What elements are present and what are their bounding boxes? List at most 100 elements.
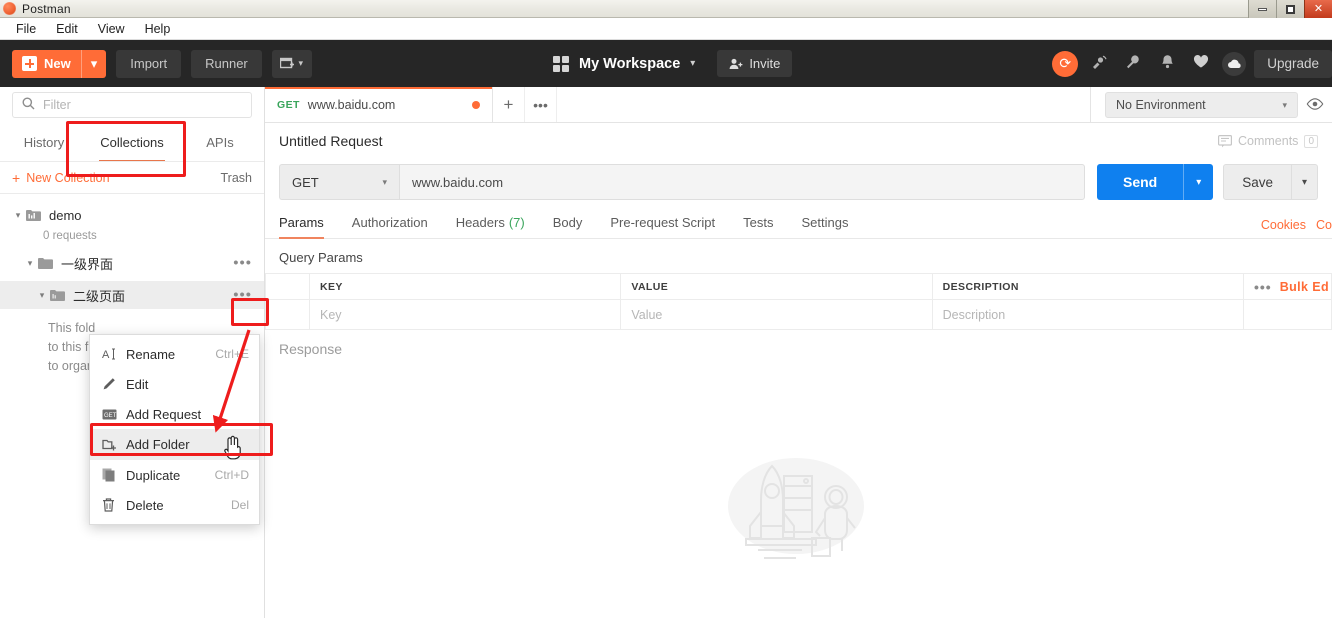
tree-item-level1[interactable]: ▾ 一级界面 ••• bbox=[0, 251, 264, 275]
context-menu-shortcut: Ctrl+D bbox=[214, 468, 249, 482]
save-options-button[interactable]: ▾ bbox=[1292, 164, 1318, 200]
row-description-cell[interactable]: Description bbox=[931, 299, 1245, 330]
context-menu-item-edit[interactable]: Edit bbox=[90, 369, 259, 399]
invite-user-icon bbox=[729, 58, 743, 69]
tab-options-button[interactable]: ••• bbox=[525, 87, 557, 122]
invite-button-label: Invite bbox=[749, 56, 781, 71]
tab-body[interactable]: Body bbox=[539, 205, 597, 239]
new-tab-button[interactable]: + bbox=[493, 87, 525, 122]
new-button[interactable]: New ▾ bbox=[12, 49, 107, 78]
comments-button[interactable]: Comments 0 bbox=[1218, 134, 1318, 148]
params-header-description: DESCRIPTION bbox=[931, 273, 1245, 300]
context-menu-label: Delete bbox=[126, 497, 164, 513]
chevron-down-icon[interactable]: ▾ bbox=[22, 258, 38, 269]
send-button[interactable]: Send bbox=[1096, 164, 1184, 200]
menu-item-view[interactable]: View bbox=[90, 20, 133, 38]
environment-quick-look-button[interactable] bbox=[1298, 97, 1332, 113]
trash-icon bbox=[102, 498, 126, 512]
wrench-icon[interactable] bbox=[1120, 54, 1146, 74]
code-link[interactable]: Co bbox=[1316, 218, 1332, 232]
comments-label: Comments bbox=[1238, 134, 1299, 148]
menu-item-edit[interactable]: Edit bbox=[48, 20, 86, 38]
row-key-cell[interactable]: Key bbox=[308, 299, 622, 330]
folder-options-button[interactable]: ••• bbox=[233, 288, 252, 303]
environment-selector[interactable]: No Environment ▾ bbox=[1105, 92, 1298, 118]
menu-item-help[interactable]: Help bbox=[137, 20, 179, 38]
params-table: KEY VALUE DESCRIPTION ••• Bulk Ed Key Va… bbox=[265, 273, 1332, 330]
context-menu-item-delete[interactable]: Delete Del bbox=[90, 490, 259, 520]
new-collection-button[interactable]: + New Collection bbox=[12, 170, 110, 186]
add-folder-icon bbox=[102, 438, 126, 452]
close-icon: ✕ bbox=[1313, 2, 1324, 15]
params-options-icon[interactable]: ••• bbox=[1254, 279, 1272, 295]
comment-icon bbox=[1218, 134, 1232, 147]
save-button[interactable]: Save bbox=[1223, 164, 1292, 200]
cloud-icon[interactable] bbox=[1222, 51, 1247, 76]
url-input[interactable]: www.baidu.com bbox=[399, 164, 1085, 200]
bulk-edit-link[interactable]: Bulk Ed bbox=[1280, 280, 1329, 294]
new-collection-row: + New Collection Trash bbox=[0, 162, 264, 194]
satellite-icon[interactable] bbox=[1086, 54, 1112, 74]
request-section-tabs: Params Authorization Headers (7) Body Pr… bbox=[265, 205, 1332, 239]
context-menu-item-duplicate[interactable]: Duplicate Ctrl+D bbox=[90, 460, 259, 490]
tree-item-label: 一级界面 bbox=[61, 256, 114, 272]
search-input-placeholder: Filter bbox=[43, 97, 71, 112]
runner-button[interactable]: Runner bbox=[191, 49, 262, 78]
close-button[interactable]: ✕ bbox=[1304, 0, 1332, 18]
os-title-bar: Postman ✕ bbox=[0, 0, 1332, 18]
upgrade-button[interactable]: Upgrade bbox=[1254, 49, 1332, 78]
plus-icon bbox=[22, 56, 37, 71]
tree-item-demo[interactable]: ▾ demo bbox=[0, 202, 264, 228]
grid-icon bbox=[553, 55, 569, 72]
folder-context-menu: A Rename Ctrl+E Edit GET Add Request Add… bbox=[89, 334, 260, 525]
row-actions-cell bbox=[1243, 299, 1332, 330]
tab-settings[interactable]: Settings bbox=[787, 205, 862, 239]
context-menu-item-add-folder[interactable]: Add Folder bbox=[90, 429, 259, 460]
menu-item-file[interactable]: File bbox=[8, 20, 44, 38]
sidebar-tab-collections[interactable]: Collections bbox=[88, 122, 176, 162]
cookies-link[interactable]: Cookies bbox=[1261, 218, 1306, 232]
request-tab[interactable]: GET www.baidu.com bbox=[265, 87, 493, 122]
workspace-name: My Workspace bbox=[579, 55, 681, 72]
postman-app-window: Postman ✕ File Edit View Help New ▾ Impo… bbox=[0, 0, 1332, 618]
query-params-title: Query Params bbox=[279, 250, 363, 265]
params-table-header-row: KEY VALUE DESCRIPTION ••• Bulk Ed bbox=[265, 273, 1332, 300]
tab-headers-count: (7) bbox=[508, 214, 525, 230]
row-checkbox-cell[interactable] bbox=[265, 299, 310, 330]
request-tab-bar: GET www.baidu.com + ••• No Environment ▾ bbox=[265, 87, 1332, 123]
tab-authorization[interactable]: Authorization bbox=[338, 205, 442, 239]
minimize-button[interactable] bbox=[1248, 0, 1276, 18]
row-value-cell[interactable]: Value bbox=[620, 299, 933, 330]
maximize-button[interactable] bbox=[1276, 0, 1304, 18]
duplicate-icon bbox=[102, 468, 126, 482]
import-button[interactable]: Import bbox=[116, 49, 182, 78]
context-menu-item-add-request[interactable]: GET Add Request bbox=[90, 399, 259, 429]
window-title: Postman bbox=[22, 1, 71, 16]
context-menu-item-rename[interactable]: A Rename Ctrl+E bbox=[90, 339, 259, 369]
sidebar-tab-history[interactable]: History bbox=[0, 122, 88, 162]
search-input[interactable]: Filter bbox=[12, 91, 252, 118]
chevron-down-icon[interactable]: ▾ bbox=[10, 210, 26, 221]
params-select-all-cell[interactable] bbox=[265, 273, 310, 300]
sidebar-tab-apis[interactable]: APIs bbox=[176, 122, 264, 162]
tree-item-options-icon[interactable]: ••• bbox=[233, 256, 252, 271]
method-selector[interactable]: GET ▾ bbox=[279, 164, 399, 200]
tab-tests[interactable]: Tests bbox=[729, 205, 787, 239]
new-window-button[interactable]: ▾ bbox=[271, 49, 312, 78]
tree-item-level2[interactable]: ▾ 二级页面 ••• bbox=[0, 281, 264, 309]
invite-button[interactable]: Invite bbox=[717, 50, 793, 77]
workspace-selector[interactable]: My Workspace ▾ Invite bbox=[553, 40, 793, 87]
heart-icon[interactable] bbox=[1188, 54, 1214, 73]
tab-params[interactable]: Params bbox=[279, 205, 338, 239]
tab-pre-request-script[interactable]: Pre-request Script bbox=[596, 205, 729, 239]
context-menu-label: Edit bbox=[126, 376, 149, 392]
table-row[interactable]: Key Value Description bbox=[265, 299, 1332, 330]
trash-link[interactable]: Trash bbox=[221, 171, 253, 185]
chevron-down-icon[interactable]: ▾ bbox=[34, 290, 50, 301]
new-button-caret[interactable]: ▾ bbox=[80, 49, 107, 78]
bell-icon[interactable] bbox=[1154, 54, 1180, 74]
tab-headers[interactable]: Headers (7) bbox=[442, 205, 539, 239]
sync-icon[interactable]: ⟳ bbox=[1052, 50, 1079, 77]
svg-text:A: A bbox=[102, 349, 110, 361]
send-options-button[interactable]: ▾ bbox=[1183, 164, 1214, 200]
